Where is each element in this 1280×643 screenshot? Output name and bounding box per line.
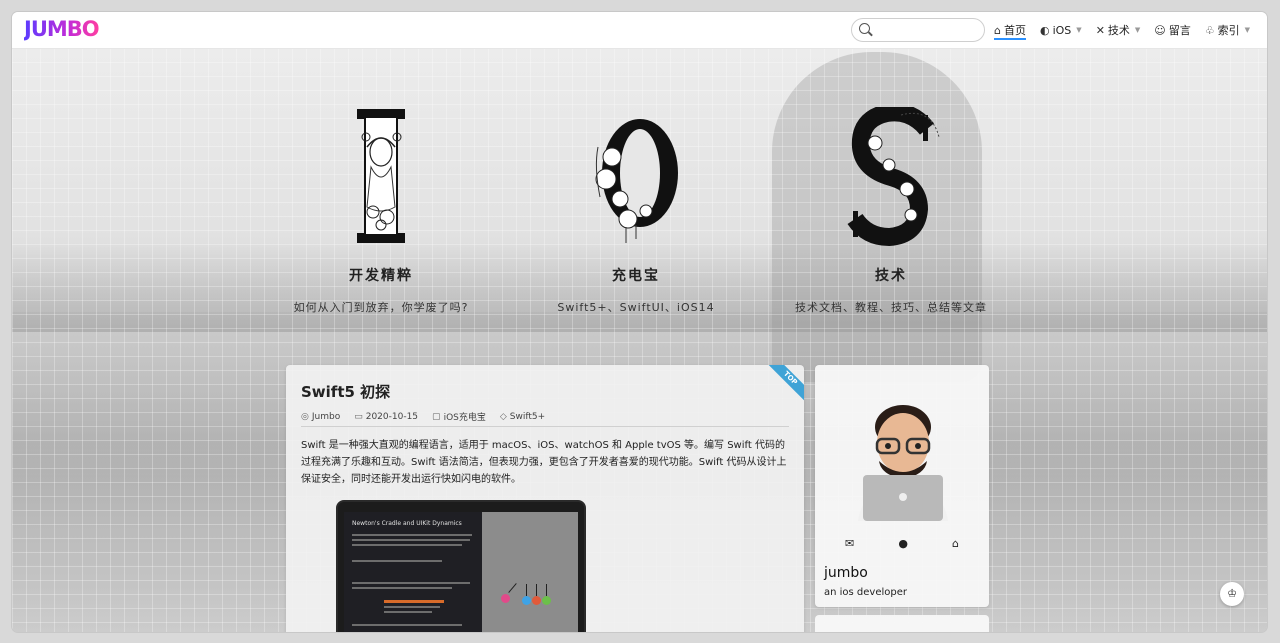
social-links: ✉ ● ⌂ (815, 537, 989, 550)
github-icon[interactable]: ● (898, 537, 908, 550)
main-nav: ⌂ 首页 ◐ iOS ▼ ✕ 技术 ▼ ☺ 留言 ♧ 索引 ▼ (994, 12, 1264, 48)
post-category[interactable]: ▢ iOS充电宝 (432, 410, 486, 424)
post-tag[interactable]: ◇ Swift5+ (500, 410, 545, 423)
sidebar-card (815, 615, 989, 632)
hero-title: 开发精粹 (349, 268, 413, 284)
cover-text-line (352, 539, 470, 541)
nav-tech[interactable]: ✕ 技术 ▼ (1096, 12, 1141, 48)
home-icon[interactable]: ⌂ (952, 537, 959, 550)
post-meta: ◎ Jumbo ▭ 2020-10-15 ▢ iOS充电宝 ◇ Swift5+ (301, 410, 559, 424)
hero-column-tech[interactable]: 技术 技术文档、教程、技巧、总结等文章 (761, 103, 1021, 315)
post-author[interactable]: ◎ Jumbo (301, 410, 340, 423)
cover-text-line (352, 560, 442, 562)
cover-text-line (352, 587, 452, 589)
tools-icon: ✕ (1095, 23, 1105, 37)
cover-code-highlight (384, 600, 444, 603)
user-icon: ◎ (301, 411, 309, 422)
cradle-ball (532, 596, 541, 605)
hero-column-dev[interactable]: 开发精粹 如何从入门到放弃，你学废了吗? (251, 107, 511, 315)
nav-message-label: 留言 (1168, 24, 1191, 37)
nav-tech-label: 技术 (1107, 24, 1130, 37)
post-tag-text: Swift5+ (509, 411, 546, 422)
index-icon: ♧ (1204, 23, 1215, 37)
post-card[interactable]: TOP Swift5 初探 ◎ Jumbo ▭ 2020-10-15 ▢ iOS… (286, 365, 804, 632)
post-title[interactable]: Swift5 初探 (301, 381, 390, 402)
cover-screen: Newton's Cradle and UIKit Dynamics (344, 512, 578, 632)
calendar-icon: ▭ (354, 411, 363, 422)
search-icon (859, 23, 870, 34)
nav-ios[interactable]: ◐ iOS ▼ (1040, 12, 1082, 48)
meta-divider (301, 426, 789, 427)
cover-heading: Newton's Cradle and UIKit Dynamics (352, 520, 462, 527)
profile-description: an ios developer (824, 587, 908, 598)
hero-title: 技术 (875, 268, 907, 284)
post-date-text: 2020-10-15 (365, 411, 419, 422)
apple-icon: ◐ (1039, 23, 1050, 37)
avatar (853, 391, 953, 521)
search-input[interactable] (874, 21, 982, 39)
cover-preview-pane (482, 512, 578, 632)
cradle-ball (501, 594, 510, 603)
cradle-string (526, 584, 527, 596)
post-date: ▭ 2020-10-15 (354, 410, 418, 423)
site-logo[interactable]: JUMBO (24, 17, 100, 41)
message-icon: ☺ (1154, 23, 1166, 37)
tag-icon: ◇ (499, 411, 507, 422)
folder-icon: ▢ (432, 411, 441, 422)
hero-letter-s-illustration (831, 103, 951, 247)
cradle-string (536, 584, 537, 596)
nav-index[interactable]: ♧ 索引 ▼ (1205, 12, 1250, 48)
chevron-down-icon: ▼ (1134, 26, 1141, 34)
profile-name: jumbo (824, 565, 868, 581)
browser-viewport: JUMBO ⌂ 首页 ◐ iOS ▼ ✕ 技术 ▼ ☺ 留言 ♧ 索引 ▼ 开发… (12, 12, 1267, 632)
cradle-ball (542, 596, 551, 605)
search-box[interactable] (851, 18, 985, 42)
hero-subtitle: 如何从入门到放弃，你学废了吗? (293, 301, 469, 314)
post-category-text: iOS充电宝 (443, 413, 486, 423)
cover-text-line (384, 606, 440, 608)
chevron-down-icon: ▼ (1076, 26, 1082, 34)
home-icon: ⌂ (994, 23, 1001, 37)
cover-text-line (352, 534, 472, 536)
cover-text-line (352, 624, 462, 626)
hero-subtitle: Swift5+、SwiftUI、iOS14 (557, 301, 715, 314)
cover-text-line (352, 544, 462, 546)
profile-card: ✉ ● ⌂ jumbo an ios developer (815, 365, 989, 607)
hero-column-charge[interactable]: 充电宝 Swift5+、SwiftUI、iOS14 (506, 107, 766, 315)
nav-ios-label: iOS (1052, 23, 1072, 37)
nav-home[interactable]: ⌂ 首页 (994, 12, 1026, 48)
cradle-string (508, 583, 517, 593)
cover-text-line (352, 582, 470, 584)
cradle-string (546, 584, 547, 596)
post-author-name: Jumbo (311, 411, 341, 422)
mail-icon[interactable]: ✉ (845, 537, 854, 550)
cradle-ball (522, 596, 531, 605)
cover-text-line (384, 611, 432, 613)
hero-title: 充电宝 (612, 268, 660, 284)
top-ribbon: TOP (764, 365, 804, 404)
site-header: JUMBO ⌂ 首页 ◐ iOS ▼ ✕ 技术 ▼ ☺ 留言 ♧ 索引 ▼ (12, 12, 1267, 49)
post-excerpt: Swift 是一种强大直观的编程语言，适用于 macOS、iOS、watchOS… (301, 440, 787, 485)
hero-letter-o-illustration (576, 107, 696, 247)
nav-home-label: 首页 (1003, 24, 1026, 37)
hero-subtitle: 技术文档、教程、技巧、总结等文章 (795, 301, 987, 314)
chevron-down-icon: ▼ (1244, 26, 1251, 34)
nav-index-label: 索引 (1217, 24, 1240, 37)
tshirt-icon[interactable]: ♔ (1220, 582, 1244, 606)
nav-message[interactable]: ☺ 留言 (1154, 12, 1190, 48)
hero-letter-i-illustration (321, 107, 441, 247)
post-cover-image[interactable]: Newton's Cradle and UIKit Dynamics (336, 500, 586, 632)
